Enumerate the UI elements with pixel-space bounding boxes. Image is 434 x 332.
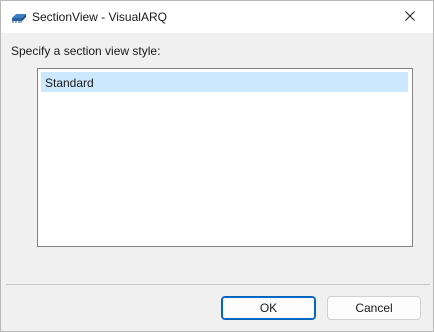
list-item-label: Standard bbox=[45, 76, 94, 90]
list-item-standard[interactable]: Standard bbox=[41, 72, 408, 92]
section-style-list[interactable]: Standard bbox=[37, 68, 413, 247]
window-title: SectionView - VisualARQ bbox=[32, 10, 167, 24]
dialog-window: SectionView - VisualARQ Specify a sectio… bbox=[0, 0, 434, 332]
ok-button[interactable]: OK bbox=[221, 296, 316, 320]
prompt-label: Specify a section view style: bbox=[11, 44, 161, 58]
divider bbox=[6, 284, 430, 285]
close-icon bbox=[405, 8, 415, 26]
cancel-button[interactable]: Cancel bbox=[327, 296, 421, 320]
close-button[interactable] bbox=[387, 1, 433, 33]
title-bar[interactable]: SectionView - VisualARQ bbox=[1, 1, 433, 33]
visualarq-icon bbox=[11, 11, 27, 23]
